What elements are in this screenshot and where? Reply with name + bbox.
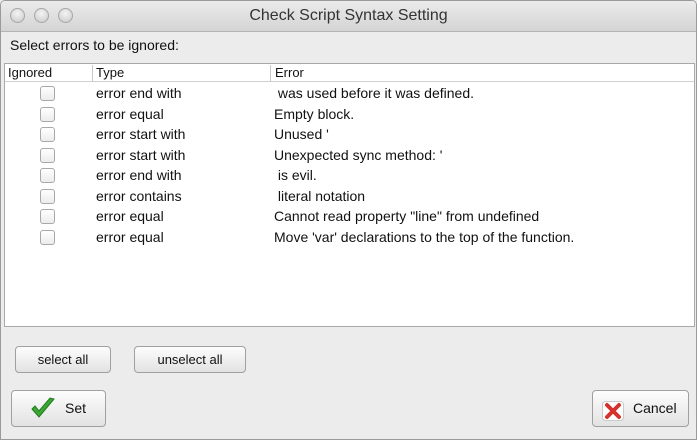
- ignored-checkbox[interactable]: [40, 188, 55, 204]
- table-row[interactable]: error contains literal notation: [5, 187, 694, 208]
- type-cell: error start with: [96, 126, 186, 142]
- column-header-error[interactable]: Error: [270, 65, 695, 81]
- unselect-all-button[interactable]: unselect all: [134, 346, 246, 373]
- type-cell: error start with: [96, 146, 186, 163]
- table-row[interactable]: error end with was used before it was de…: [5, 84, 694, 105]
- set-button-label: Set: [65, 400, 87, 416]
- set-button[interactable]: Set: [11, 390, 106, 427]
- type-cell: error end with: [96, 167, 182, 183]
- table-row[interactable]: error equal Cannot read property "line" …: [5, 207, 694, 228]
- error-cell: is evil.: [274, 167, 317, 183]
- column-header-ignored[interactable]: Ignored: [8, 65, 92, 81]
- error-cell: Move 'var' declarations to the top of th…: [274, 228, 575, 245]
- error-cell: Unexpected sync method: ': [274, 146, 443, 163]
- instructions-label: Select errors to be ignored:: [10, 37, 179, 53]
- ignored-checkbox[interactable]: [40, 147, 55, 163]
- ignored-checkbox[interactable]: [40, 106, 55, 122]
- checkmark-icon: [30, 396, 56, 433]
- error-cell: was used before it was defined.: [274, 85, 475, 101]
- table-row[interactable]: error start with Unused ': [5, 125, 694, 146]
- dialog-window: Check Script Syntax Setting Select error…: [0, 0, 697, 440]
- type-cell: error equal: [96, 208, 164, 224]
- error-cell: Cannot read property "line" from undefin…: [274, 208, 540, 224]
- title-bar: Check Script Syntax Setting: [1, 1, 696, 32]
- error-cell: literal notation: [274, 187, 366, 204]
- table-row[interactable]: error start with Unexpected sync method:…: [5, 146, 694, 167]
- ignored-checkbox[interactable]: [40, 229, 55, 245]
- ignored-checkbox[interactable]: [40, 168, 55, 183]
- ignored-checkbox[interactable]: [40, 209, 55, 224]
- select-all-button[interactable]: select all: [15, 346, 111, 373]
- cancel-button-label: Cancel: [633, 400, 677, 416]
- table-row[interactable]: error equal Empty block.: [5, 105, 694, 126]
- table-row[interactable]: error equal Move 'var' declarations to t…: [5, 228, 694, 249]
- table-body: error end with was used before it was de…: [5, 84, 694, 248]
- error-cell: Unused ': [274, 126, 329, 142]
- type-cell: error contains: [96, 187, 182, 204]
- ignored-checkbox[interactable]: [40, 86, 55, 101]
- window-title: Check Script Syntax Setting: [249, 7, 448, 24]
- ignored-checkbox[interactable]: [40, 127, 55, 142]
- type-cell: error equal: [96, 105, 164, 122]
- type-cell: error end with: [96, 85, 182, 101]
- table-row[interactable]: error end with is evil.: [5, 166, 694, 187]
- column-header-type[interactable]: Type: [92, 65, 274, 81]
- table-header: Ignored Type Error: [5, 64, 694, 82]
- error-cell: Empty block.: [274, 105, 355, 122]
- cross-icon: [602, 399, 624, 434]
- cancel-button[interactable]: Cancel: [592, 390, 689, 427]
- ignored-errors-table: Ignored Type Error error end with was us…: [4, 63, 695, 327]
- type-cell: error equal: [96, 228, 164, 245]
